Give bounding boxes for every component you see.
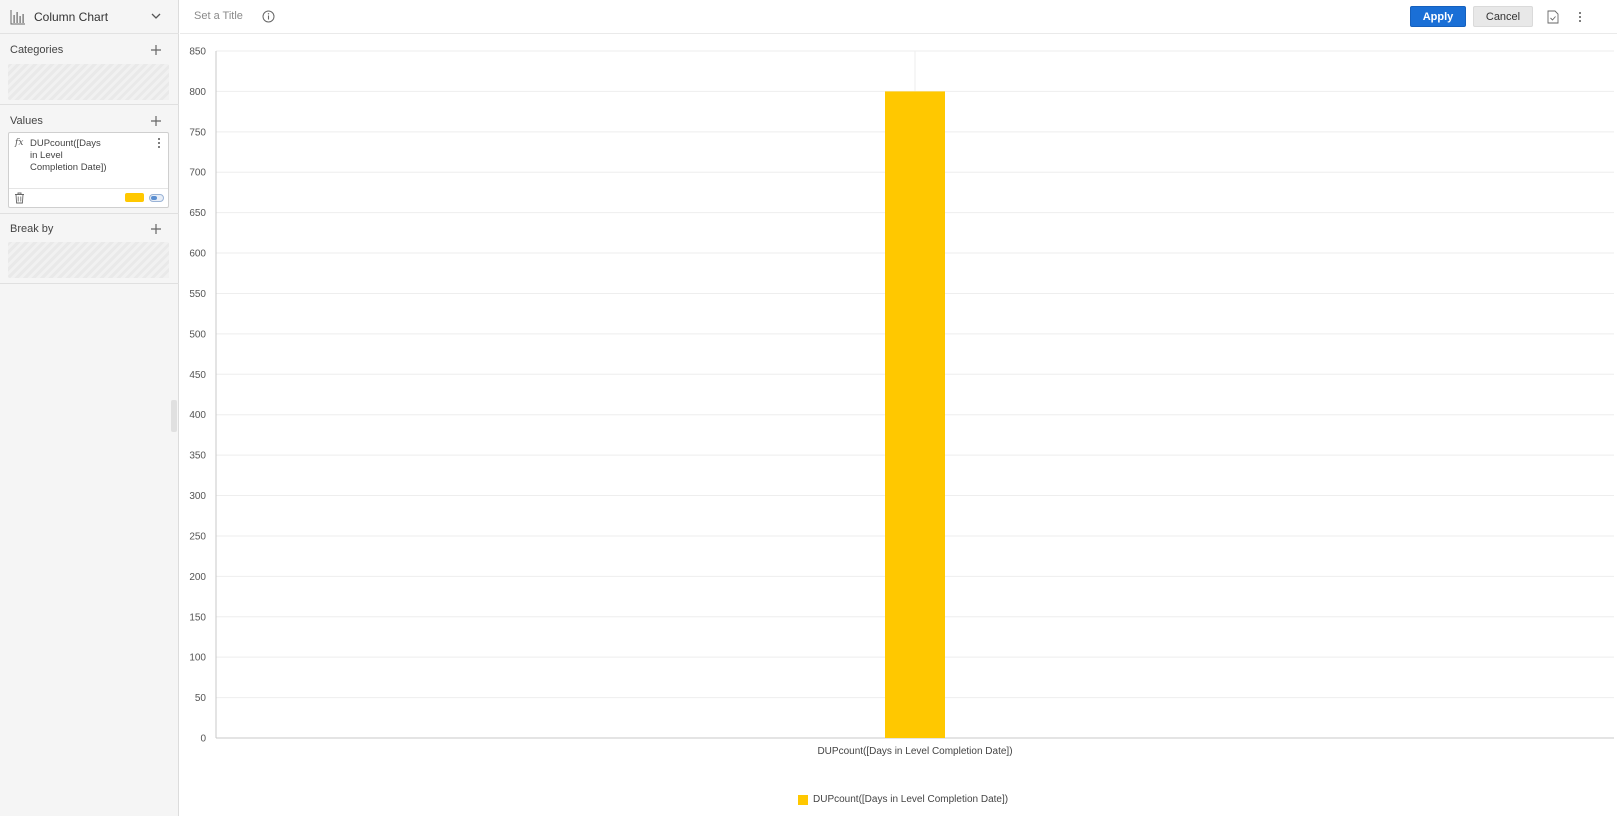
panel-resize-handle[interactable] (171, 400, 177, 432)
more-vertical-icon[interactable] (1577, 10, 1583, 24)
y-tick-label: 600 (189, 249, 206, 260)
chart-editor: Column Chart Categories Values fx DUPcou… (0, 0, 1617, 816)
y-tick-label: 100 (189, 653, 206, 664)
header-bar: Set a Title Apply Cancel (180, 0, 1617, 34)
y-tick-label: 650 (189, 208, 206, 219)
y-tick-label: 550 (189, 289, 206, 300)
y-tick-label: 450 (189, 370, 206, 381)
y-tick-label: 50 (195, 693, 207, 704)
categories-drop-zone[interactable] (8, 64, 169, 100)
y-tick-label: 400 (189, 410, 206, 421)
y-tick-label: 200 (189, 572, 206, 583)
break-by-title: Break by (10, 223, 54, 235)
value-item-divider (9, 188, 168, 189)
chart-type-selector[interactable]: Column Chart (0, 0, 179, 34)
column-chart: 0 50 100 150 200 250 300 350 400 450 500 550 600 650 7… (189, 47, 1614, 757)
y-tick-label: 0 (200, 734, 206, 745)
sidebar: Column Chart Categories Values fx DUPcou… (0, 0, 179, 816)
break-by-drop-zone[interactable] (8, 242, 169, 278)
y-tick-label: 150 (189, 612, 206, 623)
column-chart-icon (10, 9, 25, 24)
document-check-icon[interactable] (1547, 10, 1559, 24)
y-tick-label: 500 (189, 329, 206, 340)
chart-type-label: Column Chart (34, 9, 109, 24)
y-tick-label: 850 (189, 47, 206, 58)
x-tick-label: DUPcount([Days in Level Completion Date]… (817, 746, 1012, 757)
trash-icon[interactable] (14, 192, 25, 204)
add-category-icon[interactable] (149, 43, 163, 57)
value-toggle[interactable] (149, 194, 164, 202)
add-value-icon[interactable] (149, 114, 163, 128)
legend-swatch[interactable] (798, 794, 808, 805)
y-tick-label: 300 (189, 491, 206, 502)
formula-icon: fx (15, 138, 24, 148)
break-by-section: Break by (0, 214, 179, 284)
chart-legend: DUPcount([Days in Level Completion Date]… (798, 794, 1008, 805)
chevron-down-icon[interactable] (151, 11, 161, 21)
add-break-by-icon[interactable] (149, 222, 163, 236)
chart-area: 0 50 100 150 200 250 300 350 400 450 500 550 600 650 7… (180, 34, 1617, 816)
categories-title: Categories (10, 44, 64, 56)
y-tick-label: 750 (189, 127, 206, 138)
legend-label[interactable]: DUPcount([Days in Level Completion Date]… (813, 794, 1008, 805)
value-item-label: DUPcount([Days in Level Completion Date]… (30, 138, 107, 173)
y-tick-label: 800 (189, 87, 206, 98)
categories-section: Categories (0, 35, 179, 105)
cancel-button[interactable]: Cancel (1473, 6, 1533, 27)
y-tick-label: 350 (189, 451, 206, 462)
apply-button[interactable]: Apply (1410, 6, 1466, 27)
values-title: Values (10, 115, 43, 127)
y-tick-label: 700 (189, 168, 206, 179)
title-input[interactable]: Set a Title (194, 10, 243, 22)
bar[interactable] (885, 91, 945, 739)
value-item[interactable]: fx DUPcount([Days in Level Completion Da… (8, 132, 169, 208)
color-swatch[interactable] (125, 193, 144, 202)
y-tick-label: 250 (189, 531, 206, 542)
info-icon[interactable] (262, 10, 275, 23)
more-vertical-icon[interactable] (156, 137, 162, 149)
